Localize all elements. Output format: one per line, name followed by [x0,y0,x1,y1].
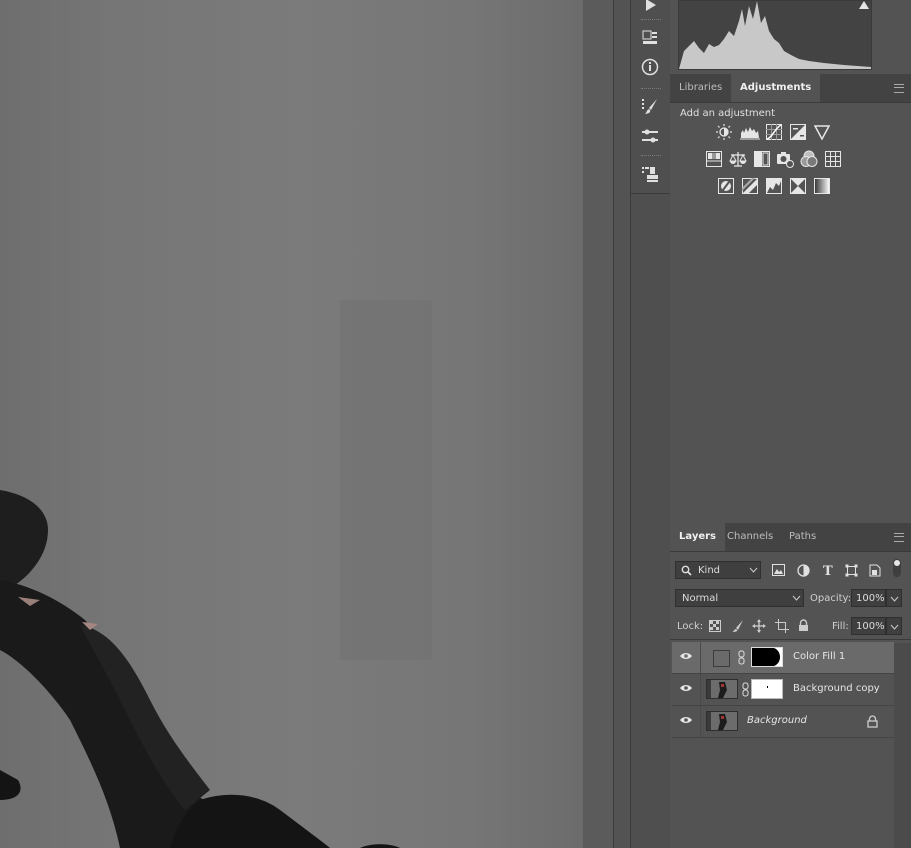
histogram-side [873,0,911,68]
layer-thumbnail[interactable] [706,679,738,699]
layer-thumbnail[interactable] [706,711,738,731]
brush-settings-icon[interactable] [639,125,661,147]
curves-icon[interactable] [766,124,782,140]
tab-layers[interactable]: Layers [670,523,725,551]
tab-libraries[interactable]: Libraries [670,74,731,102]
dock-grip[interactable] [641,19,661,23]
type-filter-icon[interactable]: T [822,564,834,576]
smart-object-filter-icon[interactable] [869,564,881,577]
filter-toggle[interactable] [893,559,901,577]
threshold-icon[interactable] [766,178,782,194]
visibility-eye-icon[interactable] [680,652,692,660]
chevron-down-icon [890,624,899,630]
opacity-input[interactable]: 100% [851,589,886,607]
histogram-graph [679,1,871,69]
dock-divider [631,193,670,194]
lock-artboard-icon[interactable] [775,619,789,633]
layer-row-background[interactable]: Background [672,706,894,738]
3d-icon[interactable] [639,26,661,48]
opacity-dropdown[interactable] [886,589,902,607]
tab-adjustments[interactable]: Adjustments [731,74,821,102]
shape-filter-icon[interactable] [845,564,858,577]
selective-color-icon[interactable] [790,178,806,194]
adjustments-tab-bar: Libraries Adjustments [670,74,911,103]
eye-separator [700,706,701,737]
opacity-label: Opacity: [810,593,852,604]
black-white-icon[interactable] [754,151,770,167]
color-fill-swatch[interactable] [713,650,730,667]
layer-name[interactable]: Background copy [793,683,880,694]
layers-divider [670,639,911,640]
lock-label: Lock: [677,621,704,632]
gradient-map-icon[interactable] [814,178,830,194]
collapsed-panel-dock [630,0,671,848]
search-icon [681,565,692,576]
play-icon[interactable] [639,0,661,16]
visibility-eye-icon[interactable] [680,684,692,692]
brightness-contrast-icon[interactable] [716,124,732,140]
adjustments-header: Add an adjustment [680,108,776,119]
panel-menu-icon[interactable] [894,84,904,93]
link-icon[interactable] [738,650,746,665]
invert-icon[interactable] [718,178,734,194]
color-lookup-icon[interactable] [825,151,841,167]
exposure-icon[interactable] [790,124,806,140]
eye-separator [700,674,701,705]
layer-mask-thumbnail[interactable] [751,679,783,699]
clone-source-icon[interactable] [639,163,661,185]
pixel-filter-icon[interactable] [772,564,785,576]
fill-input[interactable]: 100% [851,617,886,635]
chevron-down-icon [890,596,899,602]
layer-row-background-copy[interactable]: Background copy [672,674,894,706]
levels-icon[interactable] [740,124,760,140]
eye-separator [700,642,701,673]
blend-mode-select[interactable]: Normal [675,589,804,607]
brush-presets-icon[interactable] [639,95,661,117]
layer-mask-thumbnail[interactable] [751,647,783,667]
histogram-panel [678,0,872,70]
lock-all-icon[interactable] [798,619,809,632]
panel-menu-icon[interactable] [894,533,904,542]
chevron-down-icon [749,567,758,573]
lock-image-pixels-icon[interactable] [731,619,744,633]
hue-saturation-icon[interactable] [706,151,722,167]
layers-scrollbar[interactable] [894,643,911,848]
posterize-icon[interactable] [742,178,758,194]
lock-position-icon[interactable] [752,619,766,633]
fill-dropdown[interactable] [886,617,902,635]
fill-label: Fill: [832,621,849,632]
vibrance-icon[interactable] [813,124,831,141]
dock-grip[interactable] [641,155,661,159]
tab-channels[interactable]: Channels [718,523,782,551]
channel-mixer-icon[interactable] [800,150,818,168]
layer-name[interactable]: Background [747,715,807,726]
lock-transparent-pixels-icon[interactable] [709,620,721,632]
panel-gutter [614,0,630,848]
lock-icon [867,715,878,728]
svg-text:T: T [823,564,833,576]
dock-grip[interactable] [641,88,661,92]
layer-row-color-fill[interactable]: Color Fill 1 [672,642,894,674]
document-canvas[interactable] [0,0,613,848]
info-icon[interactable] [639,56,661,78]
color-balance-icon[interactable] [729,151,747,167]
chevron-down-icon [792,595,801,601]
layers-tab-bar: Layers Channels Paths [670,523,911,552]
visibility-eye-icon[interactable] [680,716,692,724]
link-icon[interactable] [742,682,750,697]
tab-paths[interactable]: Paths [780,523,825,551]
layer-name[interactable]: Color Fill 1 [793,651,845,662]
photo-filter-icon[interactable] [776,151,794,168]
photo-subject-legs [0,490,400,848]
filter-toggle-knob [894,560,900,566]
adjustment-filter-icon[interactable] [797,564,810,577]
